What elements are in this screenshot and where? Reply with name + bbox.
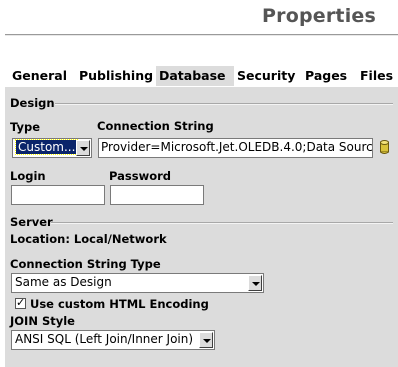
connection-string-input[interactable]: Provider=Microsoft.Jet.OLEDB.4.0;Data So… [98, 138, 373, 158]
chevron-down-icon[interactable] [248, 275, 262, 291]
tab-security[interactable]: Security [234, 66, 298, 86]
password-label: Password [109, 169, 171, 183]
server-divider [51, 222, 393, 224]
page-title: Properties [262, 5, 376, 27]
server-location: Location: Local/Network [10, 232, 167, 246]
tab-general[interactable]: General [9, 66, 70, 86]
join-style-value: ANSI SQL (Left Join/Inner Join) [15, 332, 194, 346]
design-divider [55, 103, 393, 105]
connection-string-type-select[interactable]: Same as Design [11, 273, 264, 293]
html-encoding-checkbox[interactable] [15, 296, 26, 309]
type-label: Type [10, 120, 41, 134]
chevron-down-icon[interactable] [76, 140, 90, 156]
design-section-label: Design [10, 96, 55, 110]
login-label: Login [10, 169, 46, 183]
join-style-label: JOIN Style [10, 314, 75, 328]
tab-pages[interactable]: Pages [302, 66, 350, 86]
connection-string-type-label: Connection String Type [10, 257, 161, 271]
password-input[interactable] [110, 185, 204, 205]
database-panel: Design Type Connection String Custom... … [5, 87, 398, 367]
join-style-select[interactable]: ANSI SQL (Left Join/Inner Join) [11, 330, 215, 350]
tab-database[interactable]: Database [156, 66, 234, 86]
type-select[interactable]: Custom... [12, 138, 92, 158]
type-select-value: Custom... [14, 139, 79, 155]
database-cylinder-icon[interactable] [380, 140, 389, 154]
chevron-down-icon[interactable] [199, 332, 213, 348]
tab-bar: General Publishing Database Security Pag… [5, 66, 398, 88]
server-section-label: Server [10, 215, 53, 229]
login-input[interactable] [11, 185, 105, 205]
tab-publishing[interactable]: Publishing [76, 66, 156, 86]
html-encoding-label: Use custom HTML Encoding [30, 297, 209, 311]
tab-files[interactable]: Files [357, 66, 396, 86]
connection-string-label: Connection String [97, 119, 214, 133]
connection-string-type-value: Same as Design [15, 275, 112, 289]
